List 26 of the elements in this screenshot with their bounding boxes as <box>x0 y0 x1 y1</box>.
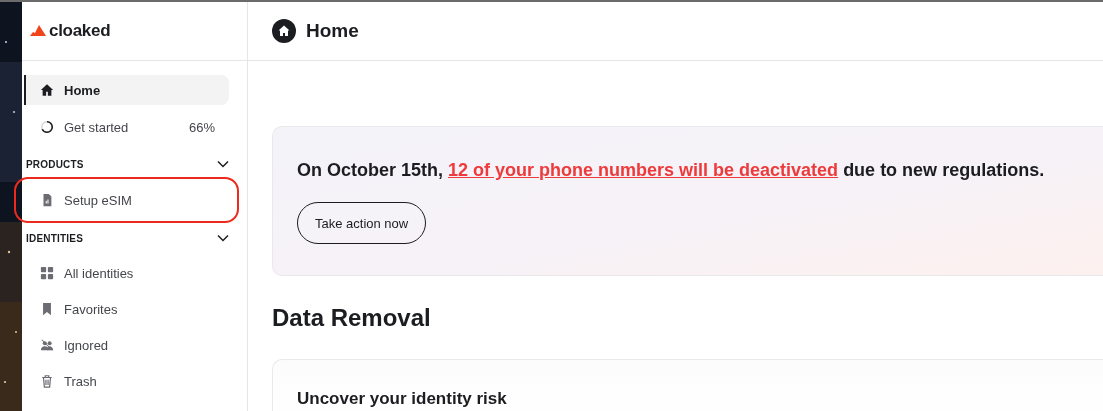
logo: cloaked <box>49 21 111 41</box>
nav-item[interactable]: All identities <box>24 258 229 288</box>
home-icon <box>40 83 54 97</box>
grid-icon <box>40 266 54 280</box>
trash-icon <box>40 374 54 388</box>
nav-item[interactable]: Get started 66% <box>24 112 229 142</box>
section-title: IDENTITIES <box>26 232 83 244</box>
nav-item[interactable]: Ignored <box>24 330 229 360</box>
chevron-down-icon[interactable] <box>217 234 229 242</box>
notice-message: On October 15th, 12 of your phone numbers will be deactivated due to new regulations. <box>297 160 1045 181</box>
section-title: PRODUCTS <box>26 158 84 170</box>
nav-item[interactable]: Favorites <box>24 294 229 324</box>
section-heading: Data Removal <box>272 304 432 332</box>
progress-ring-icon <box>40 120 54 134</box>
progress-percent: 66% <box>188 119 215 135</box>
nav-item[interactable]: Home <box>24 75 229 105</box>
home-icon <box>272 19 296 43</box>
chevron-down-icon[interactable] <box>217 160 229 168</box>
bookmark-icon <box>40 302 54 316</box>
card-title: Uncover your identity risk <box>297 389 507 408</box>
people-icon <box>40 338 54 352</box>
page-title: Home <box>306 20 359 42</box>
nav-item[interactable]: Trash <box>24 366 229 396</box>
nav-item[interactable]: Setup eSIM <box>24 185 229 215</box>
deactivation-link[interactable]: 12 of your phone numbers will be deactivated <box>448 160 839 180</box>
logo-icon <box>30 25 46 37</box>
